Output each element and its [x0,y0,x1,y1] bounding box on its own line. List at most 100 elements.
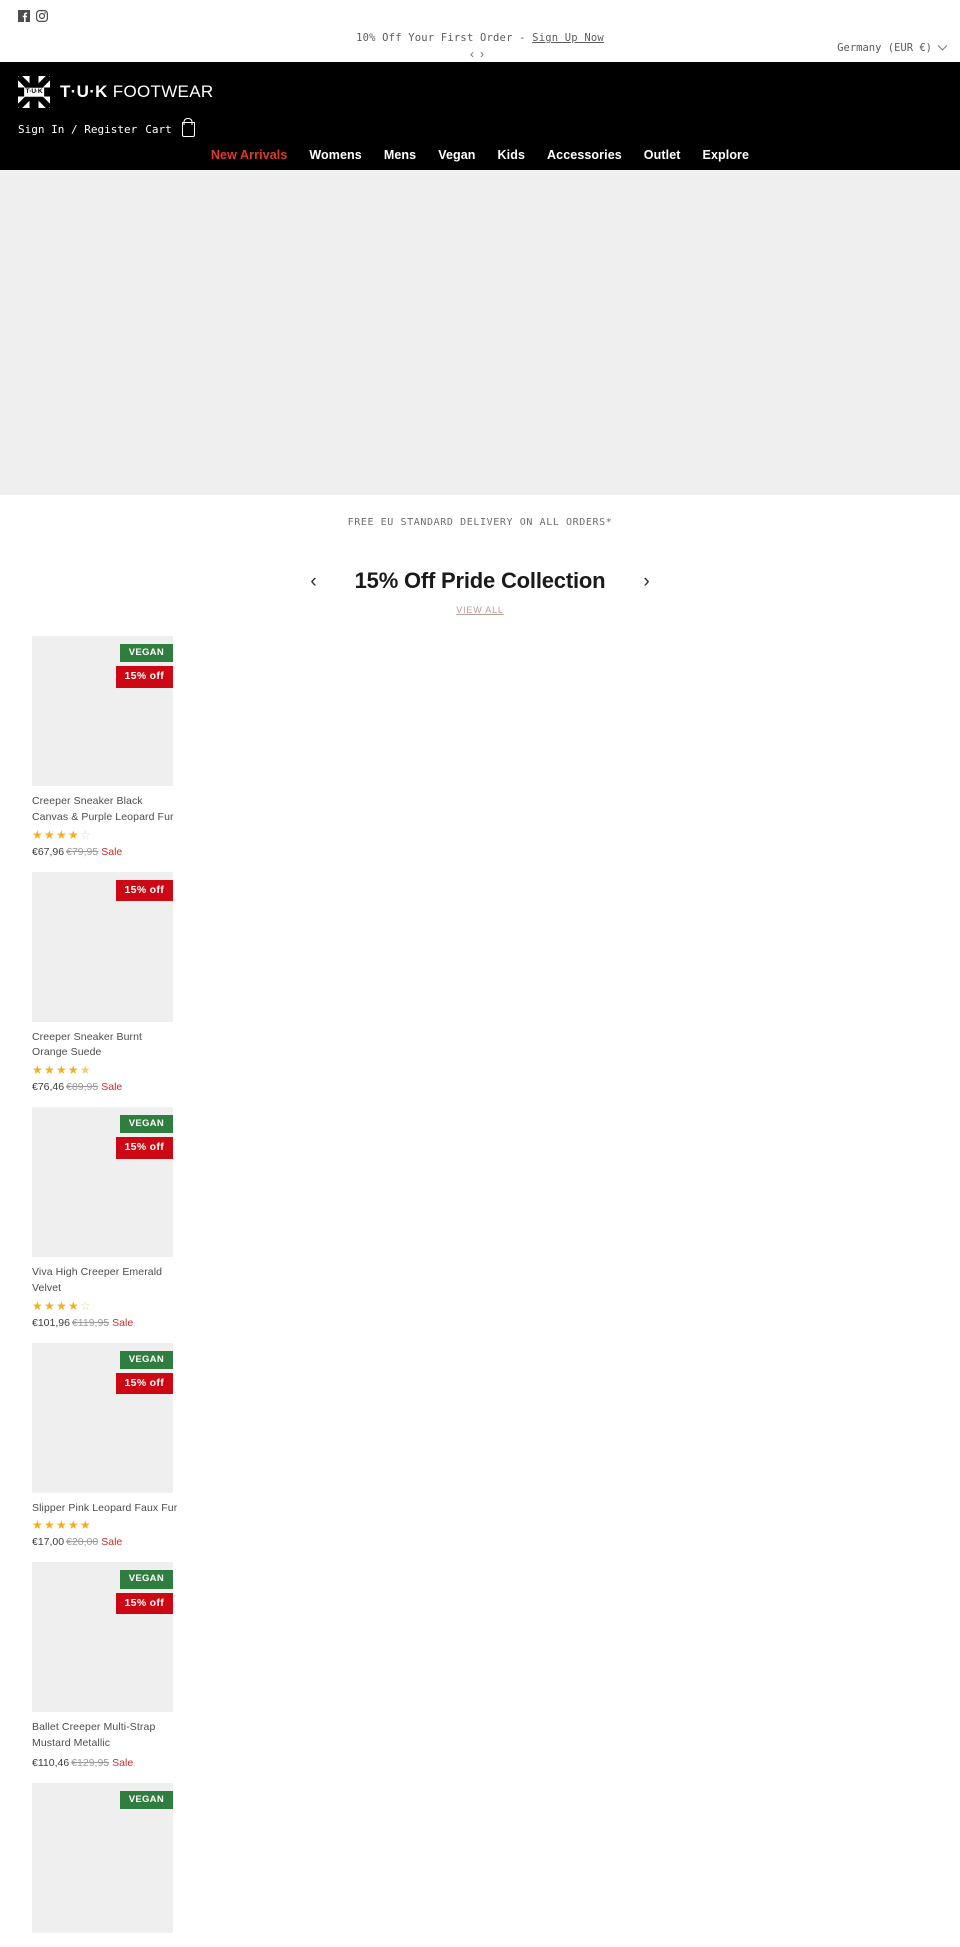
product-card[interactable]: VEGAN 15% off Creeper Sneaker Black Canvas… [0,636,960,858]
product-info: Creeper Sneaker Burnt Orange Suede ★★★★★ €… [0,1022,180,1094]
view-all-wrapper: VIEW ALL [0,600,960,618]
locale-selector[interactable]: Germany (EUR €) [837,40,948,54]
nav-item-kids[interactable]: Kids [498,148,526,162]
product-card[interactable]: VEGAN [0,1782,960,1933]
product-price: €101,96 [32,1316,70,1329]
tuk-logo-icon: T·U·K [16,74,52,110]
sale-label: Sale [101,1081,123,1093]
sale-label: Sale [112,1316,134,1329]
product-badges: VEGAN 15% off [115,1350,173,1395]
product-rating: ★★★★☆ [32,827,92,842]
logo-wordmark-bold: T·U·K [60,82,108,101]
product-compare-price: €119,95 [71,1316,110,1329]
product-title[interactable]: Creeper Sneaker Black Canvas & Purple Le… [32,794,180,826]
cart-link[interactable]: Cart [145,123,172,136]
discount-badge: 15% off [115,666,173,688]
discount-badge: 15% off [115,1372,173,1395]
instagram-icon[interactable] [36,10,48,22]
product-rating: ★★★★★ [32,1063,92,1077]
discount-badge: 15% off [115,879,173,902]
announcement-prev-button[interactable]: ‹ [470,47,480,61]
product-rating: ★★★★☆ [32,1298,92,1313]
product-info: Slipper Pink Leopard Faux Fur ★★★★★ €17,00… [0,1493,180,1549]
product-price: €17,00 [32,1536,65,1549]
product-badges: VEGAN [119,1790,173,1810]
header-utility-row: Sign In / Register Cart [0,108,960,137]
vegan-badge: VEGAN [119,1350,173,1369]
facebook-icon[interactable] [18,10,30,22]
nav-item-womens[interactable]: Womens [309,148,361,162]
chevron-down-icon [937,40,948,51]
product-rating: ★★★★★ [32,1518,92,1533]
announcement-message: 10% Off Your First Order - Sign Up Now [0,32,960,44]
sign-up-link[interactable]: Sign Up Now [532,32,604,44]
announcement-carousel-controls: ‹› [0,47,960,61]
collection-header: ‹ 15% Off Pride Collection › [0,546,960,594]
social-links [0,6,960,26]
collection-title: 15% Off Pride Collection [354,568,606,593]
hero-banner[interactable] [0,170,960,495]
product-image[interactable]: VEGAN 15% off [32,1562,173,1713]
product-compare-price: €20,00 [66,1536,99,1549]
product-image[interactable]: 15% off [32,871,173,1022]
product-compare-price: €129,95 [71,1756,110,1769]
logo-wordmark-light: FOOTWEAR [107,82,214,101]
sale-label: Sale [101,1536,123,1549]
product-info: Creeper Sneaker Black Canvas & Purple Le… [0,786,180,858]
collection-next-button[interactable]: › [643,572,649,591]
product-price: €110,46 [32,1756,70,1769]
main-navigation: New Arrivals Womens Mens Vegan Kids Acce… [0,148,960,162]
vegan-badge: VEGAN [119,1115,173,1134]
product-image[interactable]: VEGAN [32,1782,173,1933]
product-card[interactable]: 15% off Creeper Sneaker Burnt Orange Sued… [0,871,960,1094]
product-compare-price: €89,95 [66,1081,99,1093]
product-image[interactable]: VEGAN 15% off [32,1107,173,1257]
product-card[interactable]: VEGAN 15% off Viva High Creeper Emerald Ve… [0,1107,960,1329]
nav-item-mens[interactable]: Mens [384,148,416,162]
product-title[interactable]: Ballet Creeper Multi-Strap Mustard Metal… [32,1720,180,1752]
view-all-link[interactable]: VIEW ALL [456,605,503,615]
logo-mark-text: T·U·K [24,87,44,97]
product-info: Ballet Creeper Multi-Strap Mustard Metal… [0,1712,180,1769]
product-card[interactable]: VEGAN 15% off Slipper Pink Leopard Faux Fu… [0,1342,960,1549]
announcement-next-button[interactable]: › [480,47,490,61]
product-card[interactable]: VEGAN 15% off Ballet Creeper Multi-Strap M… [0,1562,960,1769]
discount-badge: 15% off [115,1592,173,1615]
discount-badge: 15% off [115,1137,173,1159]
vegan-badge: VEGAN [119,1790,173,1810]
delivery-notice: FREE EU STANDARD DELIVERY ON ALL ORDERS* [0,495,960,546]
vegan-badge: VEGAN [119,1570,173,1589]
collection-prev-button[interactable]: ‹ [310,572,316,591]
vegan-badge: VEGAN [119,644,173,663]
nav-item-explore[interactable]: Explore [703,148,750,162]
product-price-row: €110,46 €129,95 Sale [32,1757,180,1769]
nav-item-accessories[interactable]: Accessories [547,148,622,162]
product-price-row: €67,96 €79,95 Sale [32,846,180,858]
product-price: €67,96 [32,845,65,858]
sign-in-register-link[interactable]: Sign In / Register [18,123,137,136]
announcement-text: 10% Off Your First Order - [356,32,533,44]
product-compare-price: €79,95 [66,845,99,858]
sale-label: Sale [101,845,123,858]
sale-label: Sale [112,1756,134,1769]
product-title[interactable]: Creeper Sneaker Burnt Orange Suede [32,1030,180,1062]
nav-item-vegan[interactable]: Vegan [438,148,475,162]
product-grid: VEGAN 15% off Creeper Sneaker Black Canvas… [0,636,960,1933]
product-title[interactable]: Slipper Pink Leopard Faux Fur [32,1501,180,1517]
product-price: €76,46 [32,1081,65,1093]
product-badges: VEGAN 15% off [115,1570,173,1615]
locale-label: Germany (EUR €) [837,42,932,54]
product-badges: 15% off [115,879,173,902]
announcement-bar: 10% Off Your First Order - Sign Up Now ‹… [0,0,960,62]
product-badges: VEGAN 15% off [115,1115,173,1159]
nav-item-new-arrivals[interactable]: New Arrivals [211,148,287,162]
nav-item-outlet[interactable]: Outlet [644,148,681,162]
logo[interactable]: T·U·K T·U·K FOOTWEAR [0,62,960,110]
shopping-bag-icon[interactable] [181,122,195,137]
product-image[interactable]: VEGAN 15% off [32,636,173,786]
product-info: Viva High Creeper Emerald Velvet ★★★★☆ €10… [0,1257,180,1329]
product-image[interactable]: VEGAN 15% off [32,1342,173,1493]
product-title[interactable]: Viva High Creeper Emerald Velvet [32,1265,180,1297]
product-price-row: €17,00 €20,00 Sale [32,1536,180,1548]
logo-wordmark: T·U·K FOOTWEAR [60,82,213,102]
